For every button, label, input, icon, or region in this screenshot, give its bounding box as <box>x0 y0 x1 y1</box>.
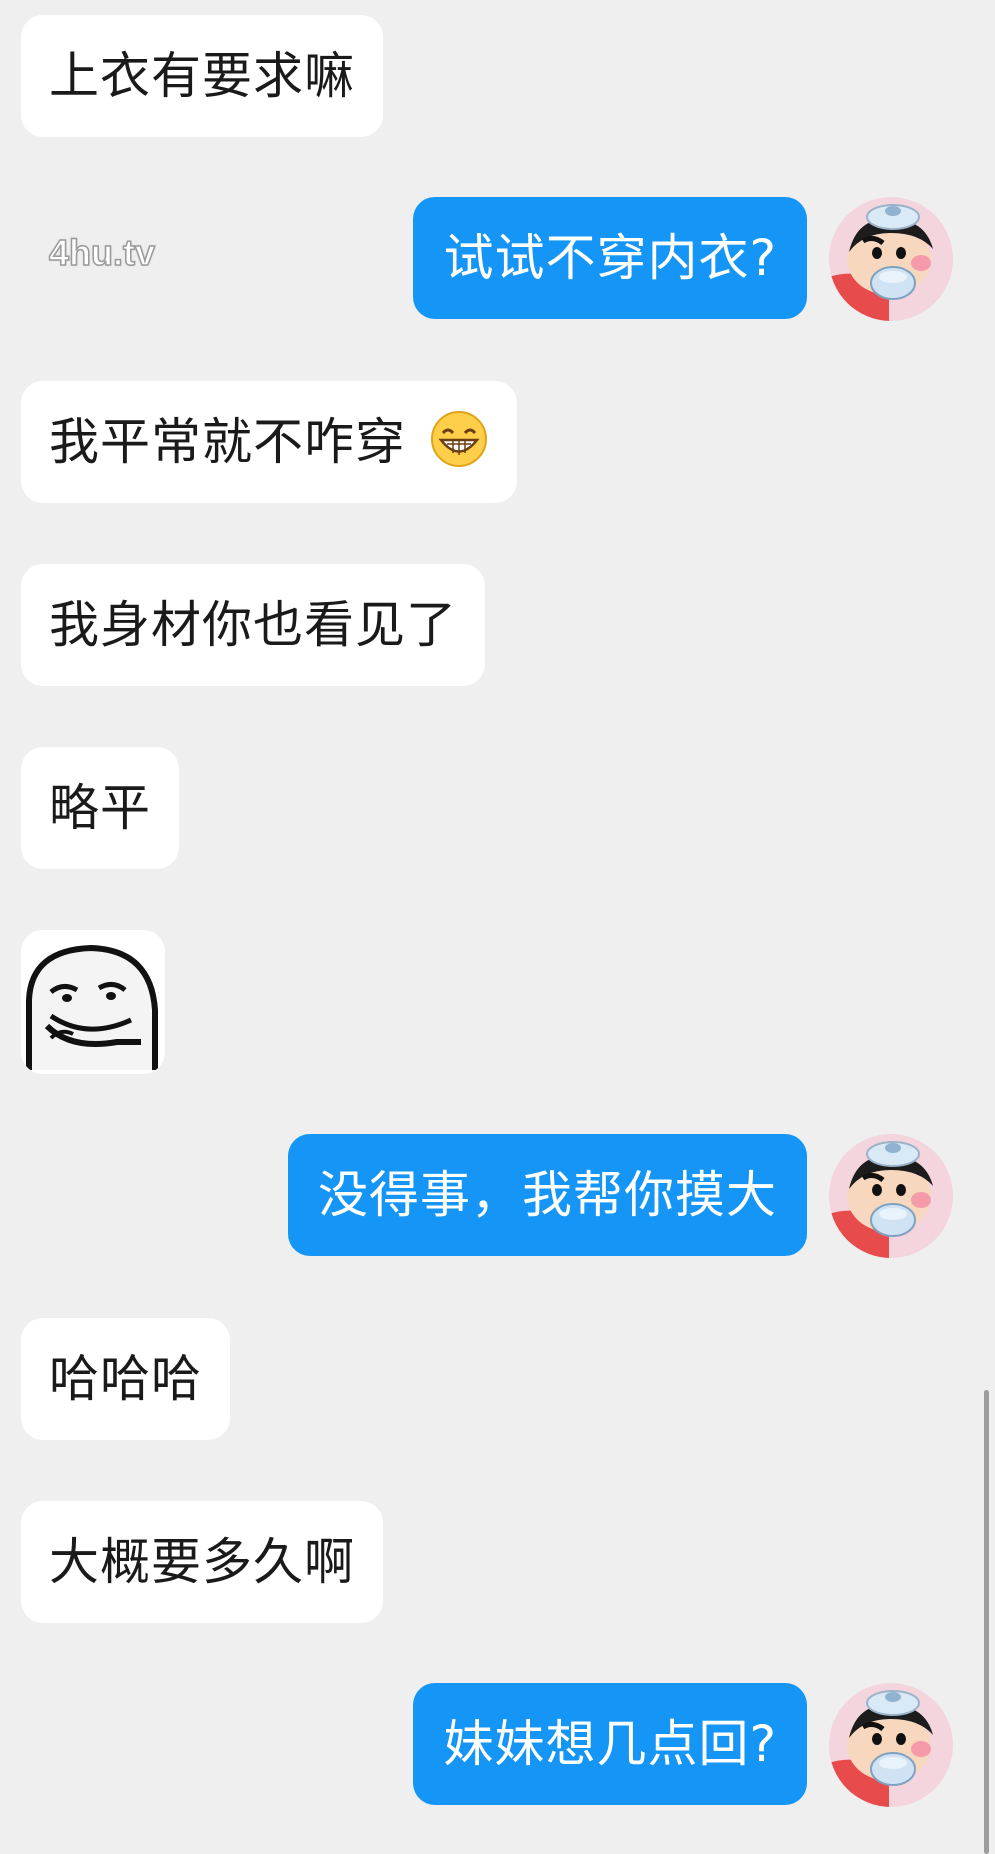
chat-message-list[interactable]: 上衣有要求嘛 4hu.tv 试试不穿内衣? 我平常就不咋穿 我身材你也看见了 略… <box>0 0 995 1854</box>
incoming-message-bubble[interactable]: 略平 <box>21 747 179 869</box>
outgoing-message-bubble[interactable]: 没得事，我帮你摸大 <box>288 1134 807 1256</box>
incoming-message-bubble[interactable]: 上衣有要求嘛 <box>21 15 383 137</box>
outgoing-message-bubble[interactable]: 妹妹想几点回? <box>413 1683 807 1805</box>
message-text: 我身材你也看见了 <box>49 596 457 654</box>
incoming-message-bubble[interactable]: 哈哈哈 <box>21 1318 230 1440</box>
message-text: 试试不穿内衣? <box>443 229 777 287</box>
message-text: 略平 <box>49 779 151 837</box>
message-text: 哈哈哈 <box>49 1350 202 1408</box>
scrollbar[interactable] <box>984 1390 989 1854</box>
message-text: 我平常就不咋穿 <box>49 413 406 471</box>
incoming-message-bubble[interactable]: 我平常就不咋穿 <box>21 381 517 503</box>
message-text: 妹妹想几点回? <box>443 1715 777 1773</box>
user-avatar[interactable] <box>829 1134 953 1258</box>
message-text: 上衣有要求嘛 <box>49 47 355 105</box>
grin-emoji-icon <box>430 411 487 467</box>
outgoing-message-bubble[interactable]: 试试不穿内衣? <box>413 197 807 319</box>
incoming-message-bubble[interactable]: 大概要多久啊 <box>21 1501 383 1623</box>
message-text: 大概要多久啊 <box>49 1533 355 1591</box>
crayon-shinchan-avatar-icon <box>829 197 953 321</box>
crayon-shinchan-avatar-icon <box>829 1134 953 1258</box>
crayon-shinchan-avatar-icon <box>829 1683 953 1807</box>
smug-face-sticker-icon <box>21 930 165 1074</box>
sticker-message[interactable] <box>21 930 165 1074</box>
user-avatar[interactable] <box>829 1683 953 1807</box>
message-text: 没得事，我帮你摸大 <box>318 1166 777 1224</box>
user-avatar[interactable] <box>829 197 953 321</box>
incoming-message-bubble[interactable]: 我身材你也看见了 <box>21 564 485 686</box>
watermark-text: 4hu.tv <box>48 231 156 274</box>
